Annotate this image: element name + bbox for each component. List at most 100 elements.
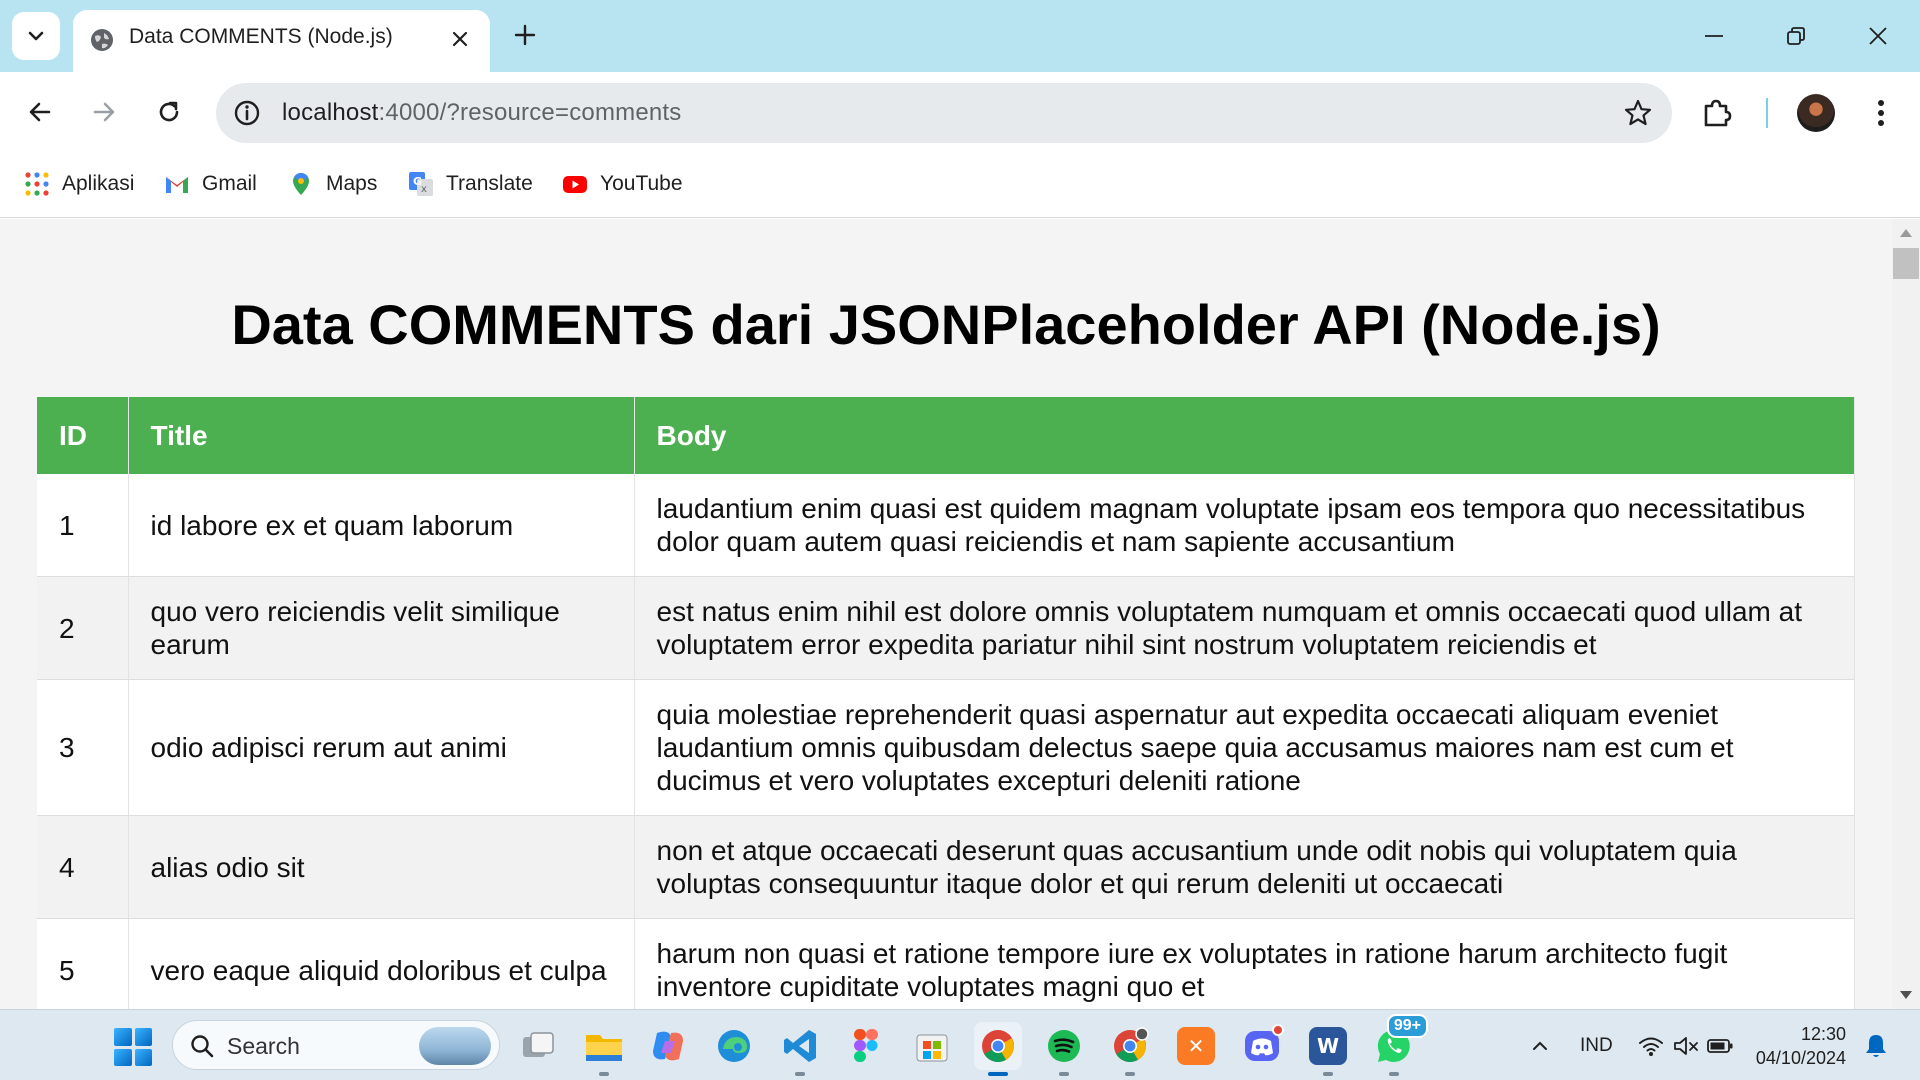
info-icon[interactable] xyxy=(232,98,262,128)
column-header-body: Body xyxy=(634,397,1855,474)
notification-bell-icon[interactable] xyxy=(1862,1032,1890,1060)
windows-logo-icon xyxy=(114,1048,132,1066)
bookmark-translate[interactable]: G x Translate xyxy=(408,168,533,200)
clock-date: 04/10/2024 xyxy=(1755,1048,1846,1068)
arrow-left-icon xyxy=(29,102,51,122)
reload-button[interactable] xyxy=(146,89,192,135)
extensions-icon[interactable] xyxy=(1700,96,1734,130)
table-header-row: ID Title Body xyxy=(37,397,1855,474)
bookmarks-bar: Aplikasi Gmail Maps G x Translate YouTub… xyxy=(0,154,1920,218)
taskbar-file-explorer[interactable] xyxy=(580,1022,628,1076)
folder-icon xyxy=(586,1035,622,1061)
restore-button[interactable] xyxy=(1766,12,1826,60)
taskbar-microsoft-store[interactable] xyxy=(908,1022,956,1070)
svg-text:x: x xyxy=(421,184,427,195)
system-clock[interactable]: 12:30 04/10/2024 xyxy=(1726,1022,1846,1070)
title-bar: Data COMMENTS (Node.js) xyxy=(0,0,1920,72)
spotify-icon xyxy=(1048,1030,1080,1062)
bookmark-youtube[interactable]: YouTube xyxy=(562,168,683,200)
close-icon xyxy=(1869,27,1887,45)
edge-icon xyxy=(718,1030,750,1062)
cell-id: 4 xyxy=(37,815,129,919)
translate-icon: G x xyxy=(409,172,433,196)
windows-taskbar: Search ✕ W 99+ IND 12:30 04/10/2024 xyxy=(0,1009,1920,1080)
taskbar-chrome-profile[interactable] xyxy=(1106,1022,1154,1076)
scroll-up-arrow-icon[interactable] xyxy=(1900,229,1912,237)
bookmark-gmail[interactable]: Gmail xyxy=(164,168,257,200)
taskbar-task-view[interactable] xyxy=(514,1022,562,1070)
notification-dot xyxy=(1272,1024,1284,1036)
tab-close-button[interactable] xyxy=(444,23,476,55)
tab-search-button[interactable] xyxy=(12,12,60,60)
plus-icon xyxy=(514,24,536,46)
new-tab-button[interactable] xyxy=(506,16,544,54)
taskbar-edge[interactable] xyxy=(710,1022,758,1070)
address-url[interactable]: localhost:4000/?resource=comments xyxy=(282,99,682,127)
chrome-icon xyxy=(982,1030,1015,1063)
search-icon xyxy=(191,1035,214,1058)
tray-overflow-button[interactable] xyxy=(1530,1032,1550,1060)
cell-id: 1 xyxy=(37,474,129,577)
scrollbar-thumb[interactable] xyxy=(1893,248,1919,279)
toolbar-divider xyxy=(1766,98,1768,128)
cell-id: 5 xyxy=(37,918,129,1009)
close-icon xyxy=(452,31,468,47)
tab-active[interactable]: Data COMMENTS (Node.js) xyxy=(73,10,490,72)
start-button[interactable] xyxy=(114,1028,152,1066)
cell-body: quia molestiae reprehenderit quasi asper… xyxy=(634,679,1855,816)
reload-icon xyxy=(159,101,179,122)
quick-settings[interactable] xyxy=(1638,1032,1734,1060)
forward-button[interactable] xyxy=(81,89,127,135)
taskbar-spotify[interactable] xyxy=(1040,1022,1088,1076)
cell-title: alias odio sit xyxy=(128,815,635,919)
cell-id: 2 xyxy=(37,576,129,680)
column-header-id: ID xyxy=(37,397,129,474)
taskbar-word[interactable]: W xyxy=(1304,1022,1352,1076)
profile-avatar[interactable] xyxy=(1797,94,1835,132)
taskbar-search-box[interactable]: Search xyxy=(172,1020,500,1070)
cell-body: harum non quasi et ratione tempore iure … xyxy=(634,918,1855,1009)
bookmark-aplikasi[interactable]: Aplikasi xyxy=(24,168,134,200)
taskbar-chrome-active[interactable] xyxy=(974,1022,1022,1076)
cell-title: odio adipisci rerum aut animi xyxy=(128,679,635,816)
speaker-muted-icon xyxy=(1674,1037,1698,1055)
restore-icon xyxy=(1787,27,1805,45)
figma-icon xyxy=(854,1029,878,1062)
globe-icon xyxy=(91,29,113,51)
cell-title: quo vero reiciendis velit similique earu… xyxy=(128,576,635,680)
table-row: 3 odio adipisci rerum aut animi quia mol… xyxy=(37,679,1855,816)
taskbar-discord[interactable] xyxy=(1238,1022,1286,1070)
browser-toolbar: localhost:4000/?resource=comments xyxy=(0,72,1920,154)
close-window-button[interactable] xyxy=(1848,12,1908,60)
windows-logo-icon xyxy=(114,1028,132,1046)
cell-body: laudantium enim quasi est quidem magnam … xyxy=(634,474,1855,577)
bookmark-label: Gmail xyxy=(202,172,257,195)
taskbar-vscode[interactable] xyxy=(776,1022,824,1076)
chevron-up-icon xyxy=(1533,1041,1547,1050)
back-button[interactable] xyxy=(17,89,63,135)
page-viewport: Data COMMENTS dari JSONPlaceholder API (… xyxy=(0,219,1892,1009)
search-label: Search xyxy=(227,1033,300,1059)
bookmark-maps[interactable]: Maps xyxy=(288,168,377,200)
minimize-button[interactable] xyxy=(1684,12,1744,60)
star-icon[interactable] xyxy=(1622,97,1654,129)
kebab-menu-icon[interactable] xyxy=(1866,96,1896,130)
language-indicator[interactable]: IND xyxy=(1580,1032,1613,1060)
cell-title: id labore ex et quam laborum xyxy=(128,474,635,577)
taskbar-whatsapp[interactable]: 99+ xyxy=(1370,1014,1428,1076)
vscode-icon xyxy=(784,1030,816,1062)
chevron-down-icon xyxy=(28,31,44,41)
taskbar-copilot[interactable] xyxy=(644,1022,692,1070)
scroll-down-arrow-icon[interactable] xyxy=(1900,991,1912,999)
bookmark-label: Aplikasi xyxy=(62,172,135,195)
page-scrollbar[interactable] xyxy=(1892,219,1920,1009)
task-view-icon xyxy=(523,1032,554,1057)
taskbar-figma[interactable] xyxy=(842,1022,890,1070)
apps-grid-icon xyxy=(25,172,49,196)
taskbar-xampp[interactable]: ✕ xyxy=(1172,1022,1220,1070)
address-bar[interactable]: localhost:4000/?resource=comments xyxy=(216,83,1672,143)
minimize-icon xyxy=(1705,35,1723,37)
page-title: Data COMMENTS dari JSONPlaceholder API (… xyxy=(231,293,1661,356)
table-row: 2 quo vero reiciendis velit similique ea… xyxy=(37,576,1855,680)
cell-id: 3 xyxy=(37,679,129,816)
